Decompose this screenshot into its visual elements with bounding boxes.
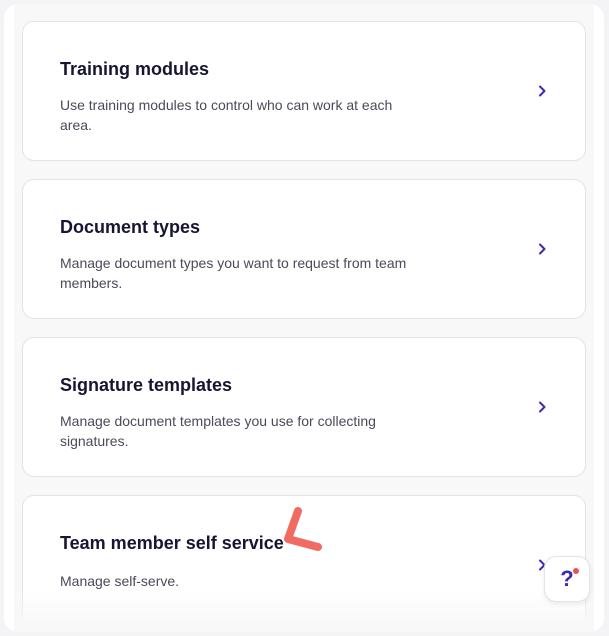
card-description: Use training modules to control who can …	[60, 97, 393, 133]
card-description: Manage self-serve.	[60, 573, 180, 589]
chevron-right-icon	[539, 401, 546, 413]
card-title: Signature templates	[60, 375, 233, 395]
card-title: Document types	[60, 217, 201, 237]
chevron-right-icon	[539, 85, 546, 97]
chevron-right-icon	[539, 243, 546, 255]
card-title: Team member self service	[60, 533, 284, 553]
app-frame: Training modules Use training modules to…	[4, 4, 604, 632]
help-button[interactable]: ?	[544, 556, 590, 602]
help-question-icon: ?	[560, 566, 574, 591]
signature-templates-card[interactable]: Signature templates Manage document temp…	[22, 337, 586, 477]
training-modules-card[interactable]: Training modules Use training modules to…	[22, 21, 586, 161]
document-types-card[interactable]: Document types Manage document types you…	[22, 179, 586, 319]
notification-dot	[573, 568, 579, 574]
card-description: Manage document templates you use for co…	[60, 413, 376, 449]
card-title: Training modules	[60, 59, 210, 79]
settings-list: Training modules Use training modules to…	[14, 4, 594, 632]
card-description: Manage document types you want to reques…	[60, 255, 407, 291]
team-member-self-service-card[interactable]: Team member self service Manage self-ser…	[22, 495, 586, 632]
